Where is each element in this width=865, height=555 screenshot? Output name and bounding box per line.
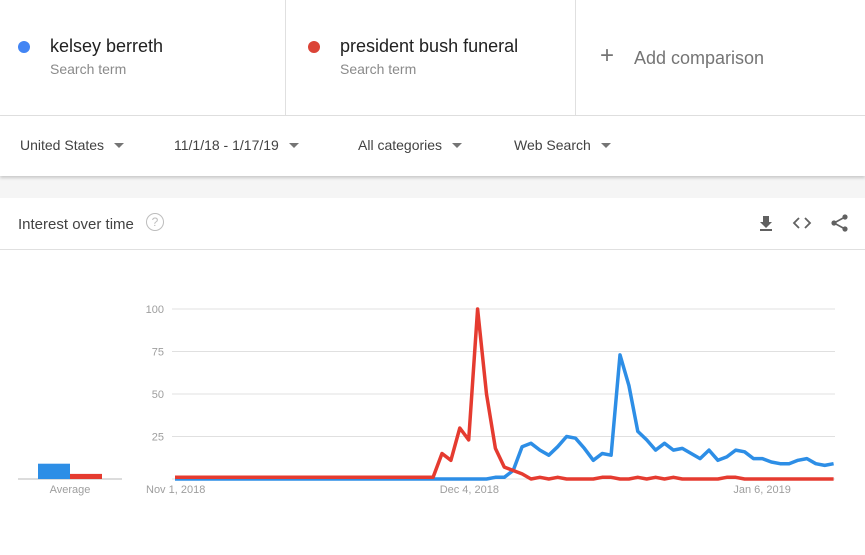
search-term-2[interactable]: president bush funeral Search term <box>286 0 576 115</box>
y-tick-label: 25 <box>152 432 164 444</box>
region-value: United States <box>20 137 105 153</box>
x-tick-label: Dec 4, 2018 <box>440 484 499 496</box>
download-icon[interactable] <box>756 213 776 233</box>
search-type-dropdown[interactable]: Web Search <box>514 137 611 153</box>
term-subtitle: Search term <box>340 61 417 77</box>
series-color-dot-red <box>308 41 320 53</box>
card-header: Interest over time ? <box>0 198 865 250</box>
term-name[interactable]: kelsey berreth <box>50 36 163 57</box>
dropdown-arrow-icon <box>288 142 299 148</box>
series-color-dot-blue <box>18 41 30 53</box>
add-comparison-label: Add comparison <box>634 48 765 68</box>
series-line-kelsey-berreth <box>175 353 834 481</box>
dropdown-arrow-icon <box>114 142 125 148</box>
x-tick-label: Nov 1, 2018 <box>146 484 205 496</box>
term-subtitle: Search term <box>50 61 127 77</box>
region-dropdown[interactable]: United States <box>20 137 125 153</box>
card-title: Interest over time <box>18 216 134 233</box>
x-axis-ticks: Nov 1, 2018 Dec 4, 2018 Jan 6, 2019 <box>146 484 791 496</box>
interest-chart[interactable]: 25 50 75 100 Nov 1, 2018 Dec 4, 2018 Jan 6, 2… <box>0 250 865 555</box>
y-axis-ticks: 25 50 75 100 <box>146 304 164 444</box>
embed-icon[interactable] <box>792 213 812 233</box>
chart-grid <box>172 308 835 480</box>
filter-bar: United States 11/1/18 - 1/17/19 All cate… <box>0 116 865 176</box>
x-tick-label: Jan 6, 2019 <box>733 484 791 496</box>
interest-over-time-card: Interest over time ? 25 50 75 100 Nov 1, 20… <box>0 198 865 555</box>
date-range-value: 11/1/18 - 1/17/19 <box>174 137 279 153</box>
y-tick-label: 75 <box>152 347 164 359</box>
search-term-1[interactable]: kelsey berreth Search term <box>0 0 286 115</box>
dropdown-arrow-icon <box>600 142 611 148</box>
share-icon[interactable] <box>830 213 850 233</box>
plus-icon: + <box>600 42 615 69</box>
average-bar <box>70 473 102 479</box>
search-terms-bar: kelsey berreth Search term president bus… <box>0 0 865 116</box>
add-comparison-button[interactable]: + Add comparison <box>576 0 865 115</box>
average-bars: Average <box>18 463 122 496</box>
average-label: Average <box>50 484 91 496</box>
help-icon[interactable]: ? <box>146 213 164 231</box>
term-name[interactable]: president bush funeral <box>340 36 518 57</box>
category-dropdown[interactable]: All categories <box>358 137 463 153</box>
y-tick-label: 50 <box>152 389 164 401</box>
date-range-dropdown[interactable]: 11/1/18 - 1/17/19 <box>174 137 299 153</box>
category-value: All categories <box>358 137 443 153</box>
average-bar <box>38 463 70 479</box>
search-type-value: Web Search <box>514 137 591 153</box>
y-tick-label: 100 <box>146 304 164 316</box>
dropdown-arrow-icon <box>452 142 463 148</box>
